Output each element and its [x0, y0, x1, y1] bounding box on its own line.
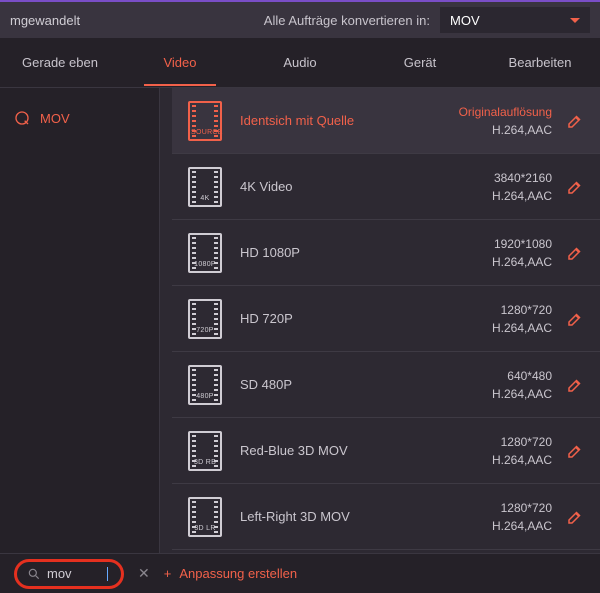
format-tag: 720P: [191, 326, 219, 336]
preset-resolution: 1280*720: [492, 433, 552, 451]
preset-codec: H.264,AAC: [492, 319, 552, 337]
tabs: Gerade eben Video Audio Gerät Bearbeiten: [0, 38, 600, 88]
preset-meta: 1280*720H.264,AAC: [492, 433, 552, 469]
sidebar-item-label: MOV: [40, 111, 70, 126]
preset-meta: 3840*2160H.264,AAC: [492, 169, 552, 205]
preset-row[interactable]: 3D RB Red-Blue 3D MOV1280*720H.264,AAC: [172, 418, 600, 484]
sidebar: MOV: [0, 88, 160, 553]
preset-codec: H.264,AAC: [492, 517, 552, 535]
preset-row[interactable]: 480P SD 480P640*480H.264,AAC: [172, 352, 600, 418]
preset-codec: H.264,AAC: [492, 253, 552, 271]
sidebar-item-mov[interactable]: MOV: [0, 102, 159, 134]
caret-down-icon: [570, 18, 580, 23]
edit-preset-button[interactable]: [566, 244, 584, 262]
preset-meta: 1280*720H.264,AAC: [492, 301, 552, 337]
preset-name: SD 480P: [240, 377, 492, 392]
tab-edit[interactable]: Bearbeiten: [480, 55, 600, 70]
preset-row[interactable]: SOURCE Identsich mit QuelleOriginalauflös…: [172, 88, 600, 154]
quicktime-icon: [14, 110, 30, 126]
edit-preset-button[interactable]: [566, 508, 584, 526]
format-icon: 720P: [188, 299, 222, 339]
search-input[interactable]: [47, 566, 107, 581]
format-tag: 3D LR: [191, 524, 219, 534]
preset-name: Identsich mit Quelle: [240, 113, 459, 128]
bottom-bar: ✕ + Anpassung erstellen: [0, 553, 600, 593]
format-tag: 480P: [191, 392, 219, 402]
format-icon: 480P: [188, 365, 222, 405]
format-icon: 3D RB: [188, 431, 222, 471]
format-tag: SOURCE: [191, 128, 219, 138]
preset-resolution: 640*480: [492, 367, 552, 385]
preset-row[interactable]: 1080P HD 1080P1920*1080H.264,AAC: [172, 220, 600, 286]
preset-codec: H.264,AAC: [492, 187, 552, 205]
format-tag: 1080P: [191, 260, 219, 270]
add-custom-button[interactable]: + Anpassung erstellen: [164, 566, 297, 581]
tab-device[interactable]: Gerät: [360, 55, 480, 70]
format-tag: 3D RB: [191, 458, 219, 468]
tab-audio[interactable]: Audio: [240, 55, 360, 70]
topbar: mgewandelt Alle Aufträge konvertieren in…: [0, 0, 600, 38]
preset-name: HD 1080P: [240, 245, 492, 260]
add-custom-label: Anpassung erstellen: [179, 566, 297, 581]
preset-resolution: 1280*720: [492, 301, 552, 319]
preset-name: Red-Blue 3D MOV: [240, 443, 492, 458]
preset-row[interactable]: 3D LR Left-Right 3D MOV1280*720H.264,AAC: [172, 484, 600, 550]
edit-preset-button[interactable]: [566, 112, 584, 130]
format-icon: SOURCE: [188, 101, 222, 141]
edit-preset-button[interactable]: [566, 376, 584, 394]
preset-name: HD 720P: [240, 311, 492, 326]
convert-format-select[interactable]: MOV: [440, 7, 590, 33]
preset-resolution: 1920*1080: [492, 235, 552, 253]
preset-row[interactable]: 720P HD 720P1280*720H.264,AAC: [172, 286, 600, 352]
format-icon: 3D LR: [188, 497, 222, 537]
preset-codec: H.264,AAC: [492, 451, 552, 469]
preset-codec: H.264,AAC: [492, 385, 552, 403]
search-input-wrapper[interactable]: [14, 559, 124, 589]
preset-resolution: 1280*720: [492, 499, 552, 517]
edit-preset-button[interactable]: [566, 178, 584, 196]
plus-icon: +: [164, 566, 172, 581]
edit-preset-button[interactable]: [566, 310, 584, 328]
search-icon: [27, 567, 41, 581]
convert-format-value: MOV: [450, 13, 480, 28]
preset-resolution: Originalauflösung: [459, 103, 552, 121]
preset-codec: H.264,AAC: [459, 121, 552, 139]
format-icon: 4K: [188, 167, 222, 207]
preset-name: 4K Video: [240, 179, 492, 194]
topbar-left-text: mgewandelt: [10, 13, 80, 28]
format-tag: 4K: [191, 194, 219, 204]
preset-resolution: 3840*2160: [492, 169, 552, 187]
edit-preset-button[interactable]: [566, 442, 584, 460]
preset-meta: 1920*1080H.264,AAC: [492, 235, 552, 271]
preset-list[interactable]: SOURCE Identsich mit QuelleOriginalauflös…: [160, 88, 600, 553]
preset-meta: OriginalauflösungH.264,AAC: [459, 103, 552, 139]
preset-row[interactable]: 4K 4K Video3840*2160H.264,AAC: [172, 154, 600, 220]
tab-recent[interactable]: Gerade eben: [0, 55, 120, 70]
tab-video[interactable]: Video: [120, 55, 240, 70]
clear-search-button[interactable]: ✕: [138, 565, 150, 582]
format-icon: 1080P: [188, 233, 222, 273]
convert-all-label: Alle Aufträge konvertieren in:: [264, 13, 430, 28]
preset-name: Left-Right 3D MOV: [240, 509, 492, 524]
preset-meta: 1280*720H.264,AAC: [492, 499, 552, 535]
preset-meta: 640*480H.264,AAC: [492, 367, 552, 403]
